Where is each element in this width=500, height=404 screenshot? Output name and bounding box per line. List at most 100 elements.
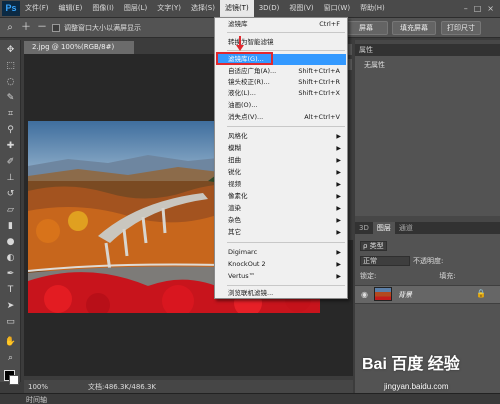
menu-item-vertus[interactable]: Vertus™ ▶	[216, 271, 346, 282]
tab-layers[interactable]: 图层	[372, 222, 395, 234]
submenu-arrow-icon: ▶	[336, 261, 341, 268]
menu-type[interactable]: 文字(Y)	[152, 0, 186, 17]
eraser-tool-icon[interactable]: ▱	[4, 204, 17, 217]
submenu-arrow-icon: ▶	[336, 133, 341, 140]
layer-kind-filter[interactable]: ρ 类型	[360, 240, 387, 251]
quick-select-tool-icon[interactable]: ✎	[4, 92, 17, 105]
status-bar: 100% 文档:486.3K/486.3K	[24, 380, 353, 393]
pen-tool-icon[interactable]: ✒	[4, 268, 17, 281]
resize-window-label: 调整窗口大小以满屏显示	[64, 23, 141, 32]
opacity-label: 不透明度:	[413, 256, 444, 265]
crop-tool-icon[interactable]: ⌗	[4, 108, 17, 121]
layers-panel-tabs: 3D 图层 通道	[355, 222, 500, 234]
menu-image[interactable]: 图像(I)	[87, 0, 119, 17]
timeline-label: 时间轴	[26, 396, 47, 404]
document-tab[interactable]: 2.jpg @ 100%(RGB/8#)	[24, 41, 134, 54]
fill-screen-button[interactable]: 填充屏幕	[392, 21, 436, 35]
annotation-highlight-box	[216, 52, 273, 65]
fill-label: 填充:	[439, 271, 456, 280]
submenu-arrow-icon: ▶	[336, 205, 341, 212]
menu-3d[interactable]: 3D(D)	[254, 0, 285, 17]
minimize-icon[interactable]: –	[464, 4, 468, 13]
zoom-tool-icon[interactable]: ⌕	[4, 352, 17, 365]
timeline-panel-tab[interactable]: 时间轴	[0, 393, 500, 404]
layer-thumbnail	[374, 287, 392, 301]
menu-item-noise[interactable]: 杂色 ▶	[216, 215, 346, 226]
submenu-arrow-icon: ▶	[336, 181, 341, 188]
menu-separator	[227, 285, 345, 286]
menu-bar: Ps 文件(F) 编辑(E) 图像(I) 图层(L) 文字(Y) 选择(S) 滤…	[0, 0, 500, 17]
close-icon[interactable]: ×	[487, 4, 494, 13]
menu-layer[interactable]: 图层(L)	[119, 0, 152, 17]
marquee-tool-icon[interactable]: ⬚	[4, 60, 17, 73]
menu-help[interactable]: 帮助(H)	[355, 0, 390, 17]
resize-window-checkbox[interactable]	[52, 23, 60, 32]
menu-item-last-filter[interactable]: 滤镜库 Ctrl+F	[216, 19, 346, 30]
menu-item-other[interactable]: 其它 ▶	[216, 227, 346, 238]
menu-item-distort[interactable]: 扭曲 ▶	[216, 155, 346, 166]
menu-view[interactable]: 视图(V)	[284, 0, 318, 17]
menu-window[interactable]: 窗口(W)	[319, 0, 355, 17]
menu-item-liquify[interactable]: 液化(L)... Shift+Ctrl+X	[216, 88, 346, 99]
menu-item-knockout[interactable]: KnockOut 2 ▶	[216, 259, 346, 270]
blend-row: 正常 不透明度:	[360, 255, 443, 266]
menu-separator	[227, 126, 345, 127]
healing-tool-icon[interactable]: ✚	[4, 140, 17, 153]
submenu-arrow-icon: ▶	[336, 145, 341, 152]
menu-item-vanishing-point[interactable]: 消失点(V)... Alt+Ctrl+V	[216, 112, 346, 123]
tools-panel: ✥ ⬚ ◌ ✎ ⌗ ⚲ ✚ ✐ ⊥ ↺ ▱ ▮ ● ◐ ✒ T ➤ ▭ ✋ ⌕	[0, 40, 21, 382]
path-select-tool-icon[interactable]: ➤	[4, 300, 17, 313]
background-color-swatch[interactable]	[9, 375, 19, 385]
menu-item-blur[interactable]: 模糊 ▶	[216, 143, 346, 154]
menu-item-browse-online[interactable]: 浏览联机滤镜...	[216, 288, 346, 299]
tab-3d[interactable]: 3D	[355, 222, 373, 234]
menu-item-pixelate[interactable]: 像素化 ▶	[216, 191, 346, 202]
menu-file[interactable]: 文件(F)	[20, 0, 54, 17]
lasso-tool-icon[interactable]: ◌	[4, 76, 17, 89]
shape-tool-icon[interactable]: ▭	[4, 316, 17, 329]
visibility-eye-icon[interactable]: ◉	[361, 290, 368, 299]
blend-mode-select[interactable]: 正常	[360, 255, 410, 266]
menu-item-oil-paint[interactable]: 油画(O)...	[216, 100, 346, 111]
menu-item-digimarc[interactable]: Digimarc ▶	[216, 247, 346, 258]
lock-icon: 🔒	[476, 289, 486, 298]
menu-item-lens-correction[interactable]: 镜头校正(R)... Shift+Ctrl+R	[216, 77, 346, 88]
dodge-tool-icon[interactable]: ◐	[4, 252, 17, 265]
properties-panel-title[interactable]: 属性	[355, 44, 500, 56]
zoom-in-icon[interactable]: ＋	[20, 22, 32, 34]
layer-filter-row: ρ 类型	[360, 240, 387, 251]
zoom-out-icon[interactable]: －	[36, 22, 48, 34]
move-tool-icon[interactable]: ✥	[4, 44, 17, 57]
type-tool-icon[interactable]: T	[4, 284, 17, 297]
submenu-arrow-icon: ▶	[336, 157, 341, 164]
tab-channels[interactable]: 通道	[395, 222, 417, 234]
menu-edit[interactable]: 编辑(E)	[54, 0, 88, 17]
submenu-arrow-icon: ▶	[336, 229, 341, 236]
menu-filter[interactable]: 滤镜(T)	[219, 0, 254, 17]
submenu-arrow-icon: ▶	[336, 217, 341, 224]
maximize-icon[interactable]: □	[474, 4, 482, 13]
menu-item-video[interactable]: 视频 ▶	[216, 179, 346, 190]
eyedropper-tool-icon[interactable]: ⚲	[4, 124, 17, 137]
brush-tool-icon[interactable]: ✐	[4, 156, 17, 169]
menu-item-adaptive-wide-angle[interactable]: 自适应广角(A)... Shift+Ctrl+A	[216, 66, 346, 77]
blur-tool-icon[interactable]: ●	[4, 236, 17, 249]
gradient-tool-icon[interactable]: ▮	[4, 220, 17, 233]
menu-select[interactable]: 选择(S)	[186, 0, 220, 17]
properties-panel	[355, 56, 500, 216]
menu-item-stylize[interactable]: 风格化 ▶	[216, 131, 346, 142]
photoshop-logo: Ps	[2, 1, 20, 16]
menu-item-render[interactable]: 渲染 ▶	[216, 203, 346, 214]
print-size-button[interactable]: 打印尺寸	[441, 21, 481, 35]
zoom-level[interactable]: 100%	[28, 383, 48, 391]
zoom-tool-icon[interactable]: ⌕	[4, 22, 16, 34]
layer-name[interactable]: 背景	[398, 290, 412, 300]
fit-screen-button[interactable]: 屏幕	[344, 21, 388, 35]
clone-stamp-tool-icon[interactable]: ⊥	[4, 172, 17, 185]
hand-tool-icon[interactable]: ✋	[4, 336, 17, 349]
menu-separator	[227, 242, 345, 243]
menu-item-sharpen[interactable]: 锐化 ▶	[216, 167, 346, 178]
submenu-arrow-icon: ▶	[336, 273, 341, 280]
submenu-arrow-icon: ▶	[336, 249, 341, 256]
history-brush-tool-icon[interactable]: ↺	[4, 188, 17, 201]
